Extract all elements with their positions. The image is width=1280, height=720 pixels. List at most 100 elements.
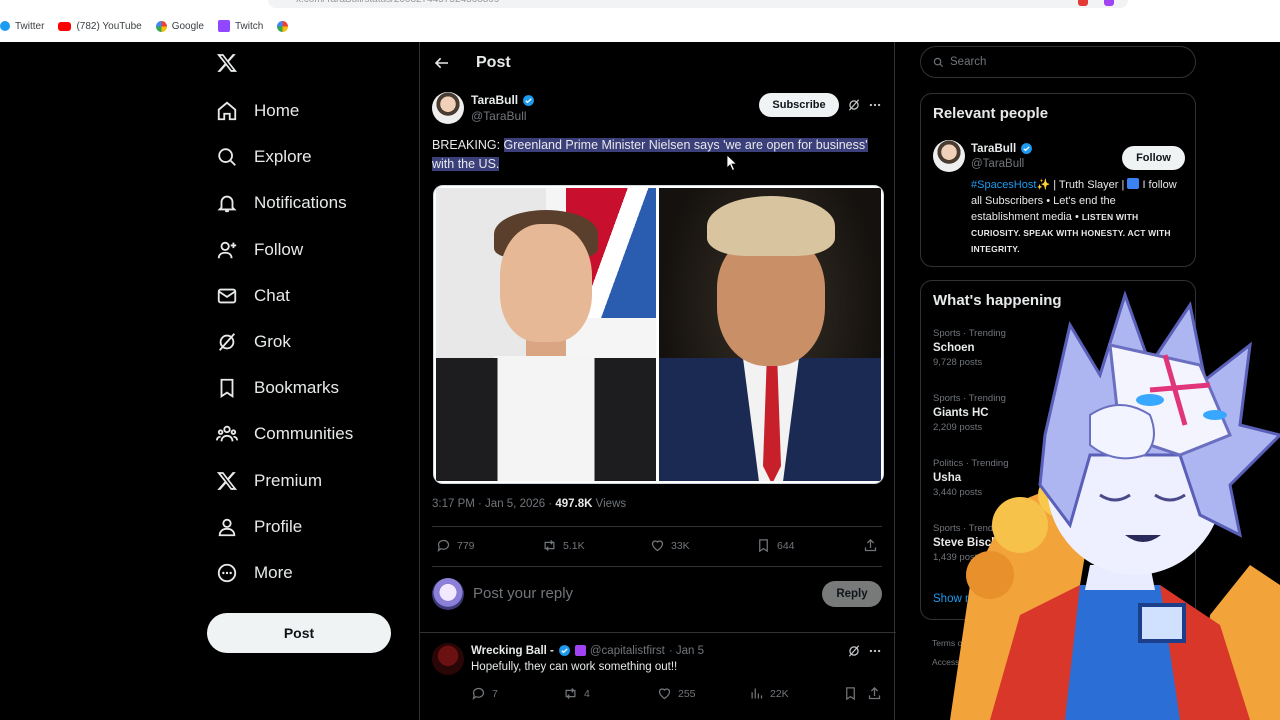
nav-follow[interactable]: Follow <box>208 227 408 273</box>
bookmark-icon[interactable] <box>843 686 858 701</box>
nav-premium[interactable]: Premium <box>208 458 408 504</box>
reply-actions: 7 4 255 22K <box>471 686 883 702</box>
sparkle-emoji-icon: ✨ <box>1036 179 1051 191</box>
bookmark-icon <box>759 539 768 553</box>
relevant-name[interactable]: TaraBull <box>971 142 1033 155</box>
relevant-handle[interactable]: @TaraBull <box>971 158 1024 170</box>
address-bar[interactable]: x.com/TaraBull/status/200827445752456880… <box>268 0 1128 8</box>
heart-icon <box>651 540 664 552</box>
search-icon <box>933 57 944 67</box>
back-arrow-icon[interactable] <box>434 55 450 71</box>
divider <box>432 526 882 527</box>
verified-badge-icon <box>1021 143 1033 154</box>
search-input[interactable]: Search <box>920 46 1196 78</box>
profile-icon <box>218 518 236 536</box>
author-name[interactable]: TaraBull <box>471 93 535 107</box>
photo-left[interactable] <box>436 188 656 481</box>
reply-author-name[interactable]: Wrecking Ball - <box>471 645 554 657</box>
extension-icon[interactable] <box>1104 0 1114 6</box>
twitch-icon <box>217 20 230 32</box>
reply-action[interactable]: 7 <box>471 686 498 701</box>
share-action[interactable] <box>863 538 878 553</box>
reply-button[interactable]: Reply <box>822 581 882 607</box>
bell-icon <box>217 196 237 213</box>
more-options-icon[interactable] <box>868 644 882 658</box>
like-action[interactable]: 255 <box>657 686 696 701</box>
bookmark-action[interactable]: 644 <box>756 538 795 553</box>
divider <box>432 566 882 567</box>
tweet-media[interactable] <box>433 185 884 484</box>
mouse-cursor-icon <box>727 155 737 171</box>
follow-button[interactable]: Follow <box>1122 146 1185 170</box>
reply-input[interactable]: Post your reply <box>473 585 573 602</box>
nav-more[interactable]: More <box>208 550 408 596</box>
communities-icon <box>216 426 238 442</box>
search-icon <box>218 148 236 167</box>
bookmark-google-2[interactable] <box>277 20 289 32</box>
x-logo-icon[interactable] <box>216 52 238 74</box>
heart-icon <box>658 688 671 700</box>
page-header: Post <box>420 42 894 84</box>
google-icon <box>277 20 289 32</box>
grok-icon <box>218 333 236 351</box>
google-icon <box>155 20 167 32</box>
bookmark-google[interactable]: Google <box>155 20 204 32</box>
hashtag-link[interactable]: #SpacesHost <box>971 179 1036 191</box>
tweet-timestamp: 3:17 PM · Jan 5, 2026 · 497.8K Views <box>432 498 627 510</box>
bookmark-youtube[interactable]: (782) YouTube <box>58 21 142 32</box>
bookmarks-bar: Twitter (782) YouTube Google Twitch <box>0 10 1280 42</box>
photo-right[interactable] <box>659 188 881 481</box>
post-button[interactable]: Post <box>207 613 391 653</box>
relevant-avatar[interactable] <box>933 140 965 172</box>
reply-author-avatar[interactable] <box>432 643 464 675</box>
bookmark-icon <box>220 379 234 399</box>
grok-icon[interactable] <box>847 644 861 658</box>
x-icon <box>216 471 238 490</box>
home-icon <box>217 101 237 121</box>
bookmark-twitter[interactable]: Twitter <box>0 21 44 32</box>
reply-action[interactable]: 779 <box>436 538 475 553</box>
extension-icon[interactable] <box>1078 0 1088 6</box>
arrow-emoji-icon <box>1127 178 1140 189</box>
subscribe-button[interactable]: Subscribe <box>759 93 839 117</box>
nav-communities[interactable]: Communities <box>208 411 408 457</box>
reply-author-handle[interactable]: @capitalistfirst <box>590 645 665 657</box>
author-avatar[interactable] <box>432 92 464 124</box>
nav-profile[interactable]: Profile <box>208 504 408 550</box>
nav-home[interactable]: Home <box>208 88 408 134</box>
reply-icon <box>472 687 485 700</box>
reply-text: Hopefully, they can work something out!! <box>471 661 678 673</box>
author-handle[interactable]: @TaraBull <box>471 109 527 123</box>
views-icon <box>751 688 763 699</box>
nav-bookmarks[interactable]: Bookmarks <box>208 365 408 411</box>
nav-grok[interactable]: Grok <box>208 319 408 365</box>
bookmark-twitch[interactable]: Twitch <box>217 20 263 32</box>
like-action[interactable]: 33K <box>650 538 690 553</box>
verified-badge-icon <box>523 94 535 106</box>
mail-icon <box>217 288 237 304</box>
current-user-avatar[interactable] <box>432 578 464 610</box>
reply-date: · Jan 5 <box>668 644 704 657</box>
nav-notifications[interactable]: Notifications <box>208 180 408 226</box>
repost-icon <box>544 540 555 551</box>
grok-icon[interactable] <box>847 98 861 112</box>
add-user-icon <box>217 241 237 258</box>
more-circle-icon <box>217 563 237 583</box>
repost-icon <box>565 688 576 699</box>
relevant-people-panel: Relevant people TaraBull @TaraBull Follo… <box>920 93 1196 267</box>
divider <box>420 632 896 633</box>
more-options-icon[interactable] <box>868 98 882 112</box>
vtuber-avatar-overlay <box>950 290 1280 720</box>
affiliate-badge-icon <box>574 645 586 656</box>
repost-action[interactable]: 5.1K <box>542 538 585 553</box>
browser-toolbar: x.com/TaraBull/status/200827445752456880… <box>0 0 1280 10</box>
nav-chat[interactable]: Chat <box>208 273 408 319</box>
page-title: Post <box>476 54 511 71</box>
share-icon[interactable] <box>867 686 882 701</box>
sidebar-nav: Home Explore Notifications Follow Chat G… <box>208 88 408 596</box>
views-action[interactable]: 22K <box>749 686 789 701</box>
nav-explore[interactable]: Explore <box>208 134 408 180</box>
repost-action[interactable]: 4 <box>563 686 590 701</box>
reply-author-line: Wrecking Ball - @capitalistfirst · Jan 5 <box>471 644 704 657</box>
tweet-text: BREAKING: Greenland Prime Minister Niels… <box>432 138 868 171</box>
